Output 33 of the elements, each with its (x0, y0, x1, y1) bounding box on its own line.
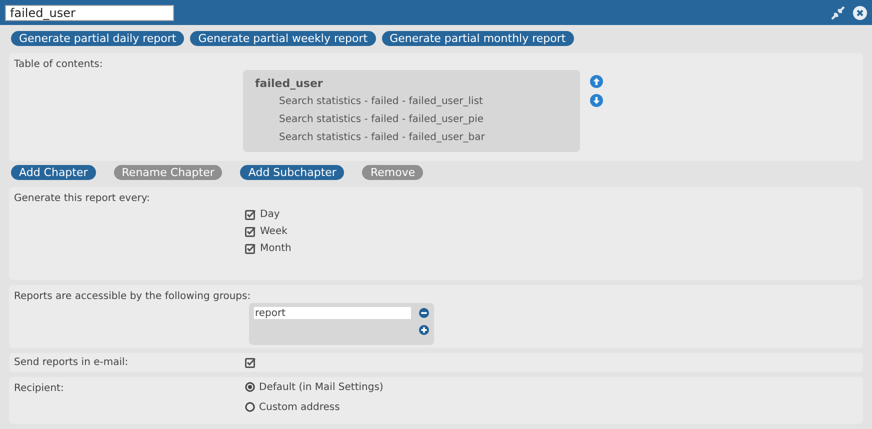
title-field[interactable]: failed_user (5, 4, 174, 20)
subchapter-item[interactable]: Search statistics - failed - failed_user_bar (255, 129, 580, 147)
subchapter-item[interactable]: Search statistics - failed - failed_user_pie (255, 111, 580, 129)
add-icon[interactable] (419, 325, 429, 335)
button[interactable]: Add Chapter (11, 165, 96, 180)
email-label: Send reports in e-mail: (14, 356, 130, 370)
option-label: Week (260, 225, 288, 239)
option-label: Default (in Mail Settings) (259, 380, 384, 394)
collapse-icon[interactable] (831, 6, 845, 20)
button[interactable]: Generate partial weekly report (190, 31, 376, 46)
radio[interactable] (245, 402, 255, 412)
schedule-label: Generate this report every: (14, 192, 151, 206)
checked-checkbox[interactable] (245, 243, 256, 254)
option-label: Day (260, 208, 280, 222)
selected-radio[interactable] (245, 382, 255, 392)
button[interactable]: Generate partial daily report (11, 31, 184, 46)
group-field[interactable]: report (254, 307, 411, 319)
recipient-label: Recipient: (14, 382, 65, 396)
option-label: Custom address (259, 400, 340, 414)
groups-label: Reports are accessible by the following groups: (14, 290, 252, 303)
move-down-icon[interactable] (590, 94, 603, 107)
checked-checkbox[interactable] (245, 209, 256, 220)
checked-checkbox[interactable] (245, 357, 256, 368)
chapter-item[interactable]: failed_user (255, 76, 580, 93)
button[interactable]: Generate partial monthly report (382, 31, 574, 46)
toc-label: Table of contents: (14, 58, 104, 72)
button[interactable]: Add Subchapter (240, 165, 344, 180)
move-up-icon[interactable] (590, 75, 603, 88)
close-icon[interactable] (853, 6, 867, 20)
remove-icon[interactable] (419, 308, 429, 318)
option-label: Month (260, 242, 292, 256)
checked-checkbox[interactable] (245, 226, 256, 237)
subchapter-item[interactable]: Search statistics - failed - failed_user_list (255, 93, 580, 111)
